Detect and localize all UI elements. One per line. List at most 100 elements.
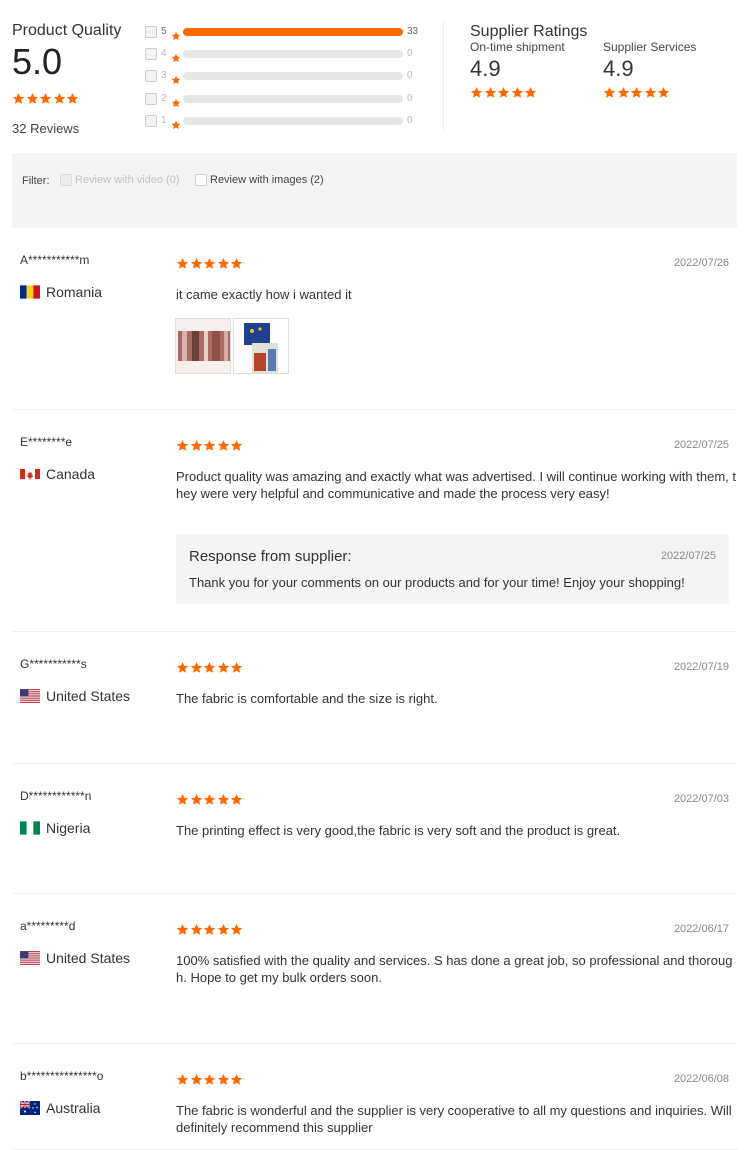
supplier-services-stars — [603, 84, 696, 102]
supplier-services-score: 4.9 — [603, 56, 634, 81]
review-image-thumbnail[interactable] — [175, 318, 231, 374]
country-name: Nigeria — [46, 820, 91, 836]
review-image-thumbnail[interactable] — [233, 318, 289, 374]
filter-video-checkbox[interactable]: Review with video (0) — [60, 174, 180, 187]
reviewer-country: Australia — [19, 1100, 100, 1116]
on-time-shipment-label: On-time shipment — [470, 40, 565, 54]
reviewer-name: A***********m — [20, 253, 90, 267]
star-icon — [230, 661, 243, 674]
rating-filter-checkbox[interactable] — [145, 70, 157, 82]
review-text: it came exactly how i wanted it — [176, 287, 352, 302]
review-item: A***********m Romania 2022/07/26 it came ex… — [12, 228, 737, 410]
star-icon — [524, 86, 537, 99]
reviewer-country: Nigeria — [20, 820, 90, 836]
review-item: a*********d United States 2022/06/17 100% s… — [12, 894, 737, 1044]
filter-bar: Filter: Review with video (0) Review wit… — [12, 153, 737, 228]
supplier-services-rating: Supplier Services 4.9 — [603, 40, 696, 102]
rating-count: 0 — [407, 48, 413, 59]
star-icon — [190, 923, 203, 936]
star-icon — [190, 439, 203, 452]
filter-video-label: Review with video (0) — [75, 174, 180, 186]
star-icon — [230, 923, 243, 936]
review-date: 2022/07/26 — [673, 257, 729, 269]
rating-count: 33 — [407, 26, 419, 37]
canada-flag-icon — [20, 467, 40, 481]
star-icon — [176, 661, 189, 674]
rating-filter-checkbox[interactable] — [145, 26, 157, 38]
rating-filter-checkbox[interactable] — [145, 115, 157, 127]
product-quality-stars — [12, 90, 80, 108]
star-icon — [203, 923, 216, 936]
review-stars — [176, 437, 244, 455]
review-stars — [176, 1071, 244, 1089]
rating-bar-track — [183, 50, 403, 58]
reviewer-name: E********e — [20, 435, 73, 449]
star-icon — [176, 923, 189, 936]
country-name: United States — [46, 688, 131, 704]
star-icon — [66, 92, 79, 105]
review-item: G***********s United States 2022/07/19 The … — [12, 632, 737, 764]
star-icon — [230, 1073, 243, 1086]
review-stars — [176, 255, 244, 273]
reviewer-country: United States — [20, 688, 130, 704]
reviewer-name: G***********s — [20, 657, 87, 671]
on-time-shipment-stars — [470, 84, 565, 102]
rating-filter-checkbox[interactable] — [145, 48, 157, 60]
rating-summary: Product Quality 5.0 32 Reviews 5 33 4 0 3 0 2 0… — [0, 0, 750, 145]
checkbox-icon — [195, 174, 207, 187]
rating-count: 0 — [407, 70, 413, 81]
rating-bar-track — [183, 95, 403, 103]
star-icon — [230, 257, 243, 270]
review-stars — [176, 791, 244, 809]
star-icon — [497, 86, 510, 99]
star-icon — [217, 1073, 230, 1086]
review-item: b***************o Australia 2022/06/08 The … — [12, 1044, 737, 1150]
reviewer-country: Romania — [20, 284, 102, 300]
review-images — [175, 318, 291, 374]
review-text: The fabric is wonderful and the supplier… — [176, 1103, 732, 1135]
star-icon — [53, 92, 66, 105]
filter-images-checkbox[interactable]: Review with images (2) — [195, 174, 324, 187]
review-stars — [176, 921, 244, 939]
romania-flag-icon — [20, 285, 40, 299]
star-icon — [217, 923, 230, 936]
rating-bar-fill — [183, 28, 403, 36]
reviewer-country: United States — [20, 950, 130, 966]
rating-row-3: 30 — [145, 69, 425, 84]
response-text: Thank you for your comments on our produ… — [189, 575, 685, 590]
star-icon — [26, 92, 39, 105]
star-icon — [644, 86, 657, 99]
product-quality-score: 5.0 — [12, 41, 63, 82]
on-time-shipment-rating: On-time shipment 4.9 — [470, 40, 565, 102]
rating-count: 0 — [407, 115, 413, 126]
country-name: Canada — [46, 466, 96, 482]
review-text: Product quality was amazing and exactly … — [176, 469, 736, 501]
rating-bar-track — [183, 117, 403, 125]
star-icon — [190, 1073, 203, 1086]
star-icon — [217, 257, 230, 270]
supplier-ratings-title: Supplier Ratings — [470, 23, 588, 40]
checkbox-icon — [60, 174, 72, 187]
rating-filter-checkbox[interactable] — [145, 93, 157, 105]
supplier-response: Response from supplier: 2022/07/25 Thank y… — [176, 534, 729, 604]
star-level: 1 — [161, 115, 167, 126]
star-level: 4 — [161, 48, 167, 59]
rating-bar-track — [183, 72, 403, 80]
review-text: The fabric is comfortable and the size i… — [176, 691, 438, 706]
star-icon — [470, 86, 483, 99]
star-icon — [176, 793, 189, 806]
rating-bar-track — [183, 28, 403, 36]
rating-count: 0 — [407, 93, 413, 104]
rating-row-2: 20 — [145, 92, 425, 107]
divider — [443, 20, 444, 130]
star-icon — [230, 793, 243, 806]
review-date: 2022/07/25 — [673, 439, 729, 451]
australia-flag-icon — [19, 1100, 40, 1115]
star-icon — [217, 439, 230, 452]
review-text: The printing effect is very good,the fab… — [176, 823, 621, 838]
filter-label: Filter: — [22, 175, 50, 187]
star-icon — [217, 793, 230, 806]
star-level: 5 — [161, 26, 167, 37]
rating-row-4: 40 — [145, 47, 425, 62]
us-flag-icon — [20, 951, 40, 965]
